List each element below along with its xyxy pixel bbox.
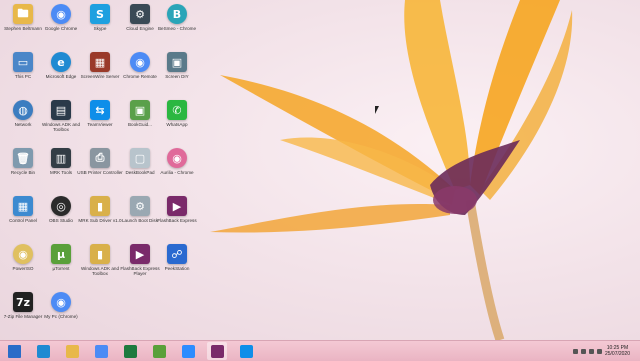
tray-volume-icon[interactable] xyxy=(588,348,594,354)
windows-adk-icon: ▤ xyxy=(51,100,71,120)
screenwire-icon: ▦ xyxy=(90,52,110,72)
tray-flag-icon[interactable] xyxy=(596,348,602,354)
taskbar-chrome-button[interactable] xyxy=(91,342,111,360)
mrk-driver-icon: ▮ xyxy=(90,196,110,216)
teamviewer-icon: ⇆ xyxy=(90,100,110,120)
taskbar-zoom-button[interactable] xyxy=(178,342,198,360)
network-icon: ◍ xyxy=(13,100,33,120)
obs-studio-icon: ◎ xyxy=(51,196,71,216)
this-pc-icon: ▭ xyxy=(13,52,33,72)
poweriso-icon: ◉ xyxy=(13,244,33,264)
taskbar-teamviewer-button[interactable] xyxy=(236,342,256,360)
taskbar-edge-button[interactable] xyxy=(33,342,53,360)
taskbar-flashback-icon xyxy=(210,344,224,358)
desktop-icon-label: PeekStation xyxy=(164,266,190,271)
desktop-icon-label: WhatsApp xyxy=(166,122,188,127)
desktop-icon-label: Aurilia - Chrome xyxy=(160,170,194,175)
7zip-icon: 7z xyxy=(13,292,33,312)
taskbar-edge-icon xyxy=(36,344,50,358)
cloud-engine-icon: ⚙ xyxy=(130,4,150,24)
flashback-express-icon: ▶ xyxy=(167,196,187,216)
edge-icon: e xyxy=(51,52,71,72)
desktop-icon-label: BeSmeo - Chrome xyxy=(157,26,197,31)
desktop-screen-diy-shortcut[interactable]: ▣ Screen DIY xyxy=(154,52,200,96)
clock-date: 25/07/2020 xyxy=(604,351,630,357)
desktop-chrome-app-shortcut[interactable]: B BeSmeo - Chrome xyxy=(154,4,200,48)
mypc-chrome-icon: ◉ xyxy=(51,292,71,312)
start-button[interactable] xyxy=(4,342,24,360)
chrome-remote-icon: ◉ xyxy=(130,52,150,72)
tray-arrow-icon[interactable] xyxy=(572,348,578,354)
taskbar-chrome-icon xyxy=(94,344,108,358)
taskbar-file-explorer-button[interactable] xyxy=(62,342,82,360)
desktop-icon-label: Screen DIY xyxy=(165,74,189,79)
desktop-flashback-express-shortcut[interactable]: ▶ FlashBack Express xyxy=(154,196,200,240)
taskbar: 10:25 PM 25/07/2020 xyxy=(0,340,640,361)
flashback-player-icon: ▶ xyxy=(130,244,150,264)
system-tray: 10:25 PM 25/07/2020 xyxy=(572,341,640,361)
desktop-aurilia-chrome-shortcut[interactable]: ◉ Aurilia - Chrome xyxy=(154,148,200,192)
taskbar-excel-icon xyxy=(123,344,137,358)
taskbar-excel-button[interactable] xyxy=(120,342,140,360)
tray-network-icon[interactable] xyxy=(580,348,586,354)
desktop-icon-label: FlashBack Express xyxy=(157,218,197,223)
desktop-peekstation-shortcut[interactable]: ☍ PeekStation xyxy=(154,244,200,288)
taskbar-clock[interactable]: 10:25 PM 25/07/2020 xyxy=(605,345,630,357)
bookguid-icon: ▣ xyxy=(130,100,150,120)
taskbar-teamviewer-icon xyxy=(239,344,253,358)
taskbar-flashback-button[interactable] xyxy=(207,342,227,360)
user-folder-icon: 🖿 xyxy=(13,4,33,24)
aurilia-chrome-icon: ◉ xyxy=(167,148,187,168)
peekstation-icon: ☍ xyxy=(167,244,187,264)
control-panel-icon: ▦ xyxy=(13,196,33,216)
launch-boot-icon: ⚙ xyxy=(130,196,150,216)
usb-printer-icon: ⎙ xyxy=(90,148,110,168)
chrome-app-icon: B xyxy=(167,4,187,24)
taskbar-utorrent-icon xyxy=(152,344,166,358)
recycle-bin-icon: 🗑 xyxy=(13,148,33,168)
whatsapp-icon: ✆ xyxy=(167,100,187,120)
chrome-icon: ◉ xyxy=(51,4,71,24)
windows-logo-icon xyxy=(7,344,21,358)
skype-icon: S xyxy=(90,4,110,24)
desktop-whatsapp-shortcut[interactable]: ✆ WhatsApp xyxy=(154,100,200,144)
taskbar-zoom-icon xyxy=(181,344,195,358)
mouse-cursor xyxy=(375,106,379,114)
screen-diy-icon: ▣ xyxy=(167,52,187,72)
taskbar-utorrent-button[interactable] xyxy=(149,342,169,360)
taskbar-file-explorer-icon xyxy=(65,344,79,358)
deskbookpad-icon: ▢ xyxy=(130,148,150,168)
desktop-icon-label: My Pc (Chrome) xyxy=(44,314,78,319)
mrk-tools-icon: ▥ xyxy=(51,148,71,168)
utorrent-icon: µ xyxy=(51,244,71,264)
desktop-mypc-chrome-shortcut[interactable]: ◉ My Pc (Chrome) xyxy=(38,292,84,336)
windows-adk-2-icon: ▮ xyxy=(90,244,110,264)
